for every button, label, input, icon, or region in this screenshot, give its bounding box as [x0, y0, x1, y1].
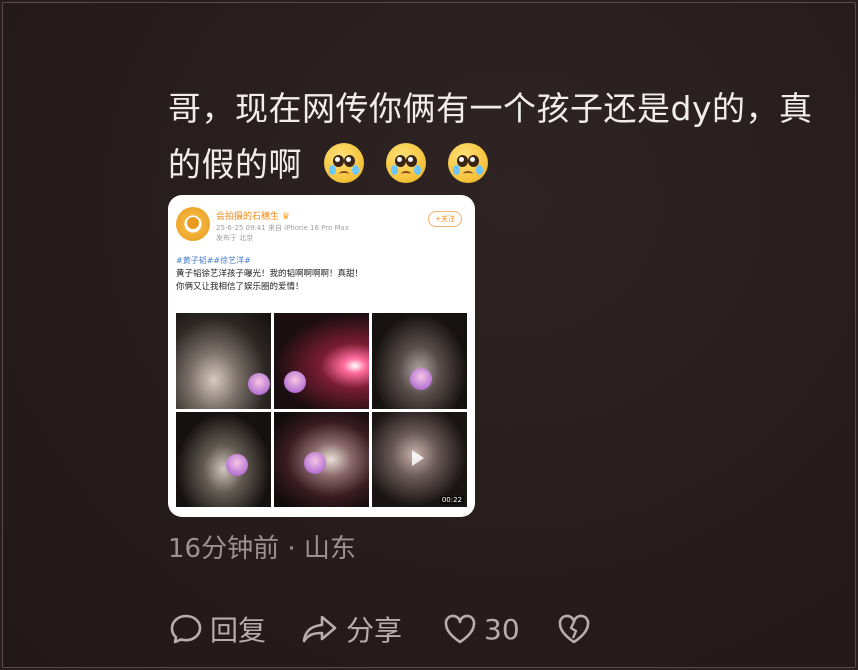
reply-button[interactable]: 回复	[168, 609, 266, 649]
comment-body: 哥，现在网传你俩有一个孩子还是dy的，真 的假的啊	[168, 81, 838, 193]
share-arrow-icon	[302, 615, 337, 643]
post-location: 发布于 北京	[216, 234, 254, 242]
photo-thumbnail	[274, 411, 369, 507]
comment-time-location: 16分钟前 · 山东	[168, 534, 356, 564]
sticker-icon	[304, 451, 326, 474]
photo-grid: 00:22	[176, 313, 467, 507]
avatar	[176, 207, 210, 241]
crown-icon: ♛	[281, 212, 290, 222]
photo-thumbnail	[372, 313, 467, 409]
dislike-button[interactable]	[556, 611, 592, 647]
share-label: 分享	[346, 614, 403, 647]
post-tags: #黄子韬##徐艺洋#	[176, 256, 251, 265]
sticker-icon	[410, 368, 432, 390]
broken-heart-icon	[558, 614, 589, 644]
post-text-line-1: 黄子韬徐艺洋孩子曝光！我的韬啊啊啊啊！真甜！	[176, 269, 364, 279]
comment-line-2-wrap: 的假的啊	[168, 137, 838, 193]
comment-actions-bar: 回复 分享 30	[168, 609, 592, 649]
comment-line-2: 的假的啊	[168, 145, 302, 184]
post-text: 黄子韬徐艺洋孩子曝光！我的韬啊啊啊啊！真甜！ 你俩又让我相信了娱乐圈的爱情！	[176, 268, 363, 294]
crying-face-emoji-icon	[386, 143, 426, 183]
post-text-line-2: 你俩又让我相信了娱乐圈的爱情！	[176, 282, 304, 292]
video-thumbnail: 00:22	[372, 411, 467, 507]
photo-thumbnail	[274, 313, 369, 409]
photo-thumbnail	[176, 313, 271, 409]
post-meta: 25-6-25 09:41 来自 iPhone 16 Pro Max	[216, 224, 349, 232]
crying-face-emoji-icon	[324, 143, 364, 183]
post-header: 会拍摄的石穗生 ♛ 25-6-25 09:41 来自 iPhone 16 Pro…	[176, 205, 466, 245]
comment-line-1: 哥，现在网传你俩有一个孩子还是dy的，真	[168, 89, 813, 128]
attached-screenshot-image[interactable]: 会拍摄的石穗生 ♛ 25-6-25 09:41 来自 iPhone 16 Pro…	[168, 195, 475, 517]
post-username: 会拍摄的石穗生	[216, 212, 280, 222]
sticker-icon	[284, 371, 306, 393]
share-button[interactable]: 分享	[300, 609, 402, 649]
sticker-icon	[248, 373, 270, 395]
like-button[interactable]: 30	[442, 611, 520, 647]
heart-icon	[444, 614, 476, 644]
video-duration: 00:22	[439, 496, 464, 504]
follow-button: +关注	[428, 211, 462, 227]
speech-bubble-icon	[170, 614, 202, 644]
like-count: 30	[484, 612, 520, 646]
reply-label: 回复	[210, 614, 267, 647]
crying-face-emoji-icon	[448, 143, 488, 183]
comment-detail-panel: 哥，现在网传你俩有一个孩子还是dy的，真 的假的啊 会拍摄的石穗生 ♛ 25-6…	[2, 2, 856, 668]
photo-thumbnail	[176, 411, 271, 507]
sticker-icon	[226, 453, 248, 476]
play-icon	[412, 449, 424, 466]
